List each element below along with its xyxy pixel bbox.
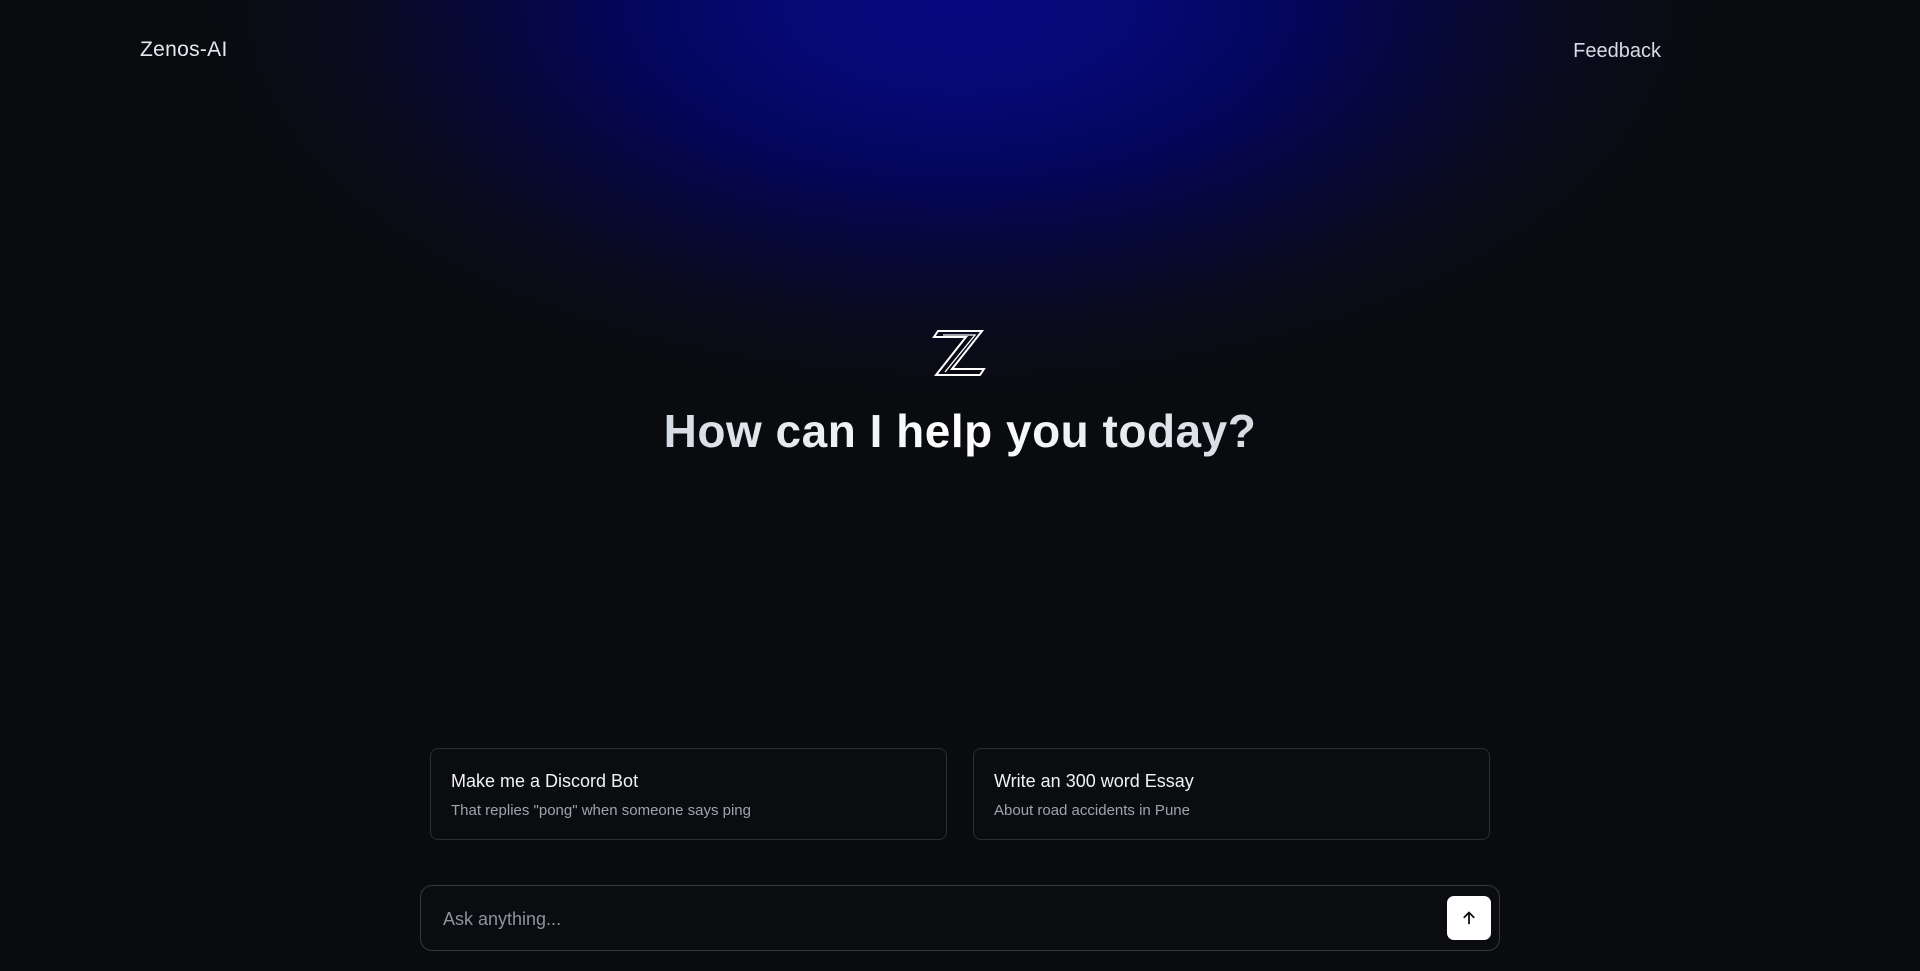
brand-name[interactable]: Zenos-AI bbox=[140, 38, 228, 62]
z-logo-icon bbox=[932, 330, 986, 376]
suggestion-card-discord-bot[interactable]: Make me a Discord Bot That replies "pong… bbox=[430, 748, 947, 840]
suggestion-subtitle: That replies "pong" when someone says pi… bbox=[451, 802, 751, 819]
message-input[interactable] bbox=[441, 886, 1405, 952]
suggestion-title: Write an 300 word Essay bbox=[994, 771, 1194, 791]
chat-home-page: Zenos-AI Feedback How can I help you tod… bbox=[0, 0, 1920, 971]
send-button[interactable] bbox=[1447, 896, 1491, 940]
suggestion-card-essay[interactable]: Write an 300 word Essay About road accid… bbox=[973, 748, 1490, 840]
page-headline: How can I help you today? bbox=[0, 404, 1920, 458]
suggestion-title: Make me a Discord Bot bbox=[451, 771, 639, 791]
suggestion-subtitle: About road accidents in Pune bbox=[994, 802, 1190, 819]
feedback-link[interactable]: Feedback bbox=[1573, 40, 1661, 63]
arrow-up-icon bbox=[1463, 911, 1475, 925]
message-composer bbox=[420, 885, 1500, 952]
suggestion-list: Make me a Discord Bot That replies "pong… bbox=[430, 748, 1490, 840]
